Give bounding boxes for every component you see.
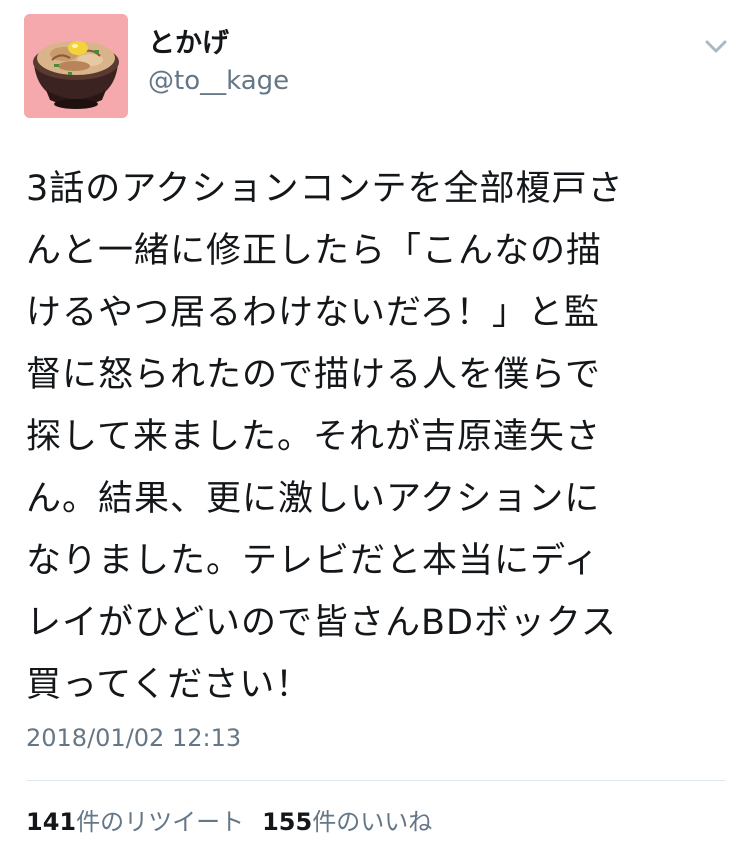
tweet-text-line: けるやつ居るわけないだろ！」と監: [26, 293, 600, 333]
tweet-timestamp[interactable]: 2018/01/02 12:13: [26, 722, 241, 754]
tweet-text-line: 探して来ました。それが吉原達矢さ: [26, 417, 601, 457]
tweet-menu-button[interactable]: [702, 34, 730, 58]
retweets-stat[interactable]: 141件のリツイート: [26, 808, 244, 836]
tweet-text-line: んと一緒に修正したら「こんなの描: [26, 231, 603, 271]
tweet-text-line: 3話のアクションコンテを全部榎戸さ: [26, 169, 624, 209]
tweet-text-line: レイがひどいので皆さんBDボックス: [26, 603, 617, 643]
tweet-text-line: 督に怒られたので描ける人を僕らで: [26, 355, 601, 395]
display-name[interactable]: とかげ: [148, 26, 229, 62]
retweets-count: 141: [26, 808, 77, 836]
tweet-text-line: なりました。テレビだと本当にディ: [26, 541, 600, 581]
likes-count: 155: [262, 808, 313, 836]
food-bowl-avatar-icon: [24, 14, 128, 118]
likes-label: 件のいいね: [312, 808, 433, 836]
retweets-label: 件のリツイート: [76, 808, 245, 836]
tweet-text-line: ん。結果、更に激しいアクションに: [26, 479, 601, 519]
avatar[interactable]: [24, 14, 128, 118]
tweet-text-line: 買ってください！: [26, 665, 312, 705]
chevron-down-icon: [705, 40, 727, 53]
tweet-text: 3話のアクションコンテを全部榎戸さ んと一緒に修正したら「こんなの描 けるやつ居…: [26, 158, 726, 716]
tweet-stats: 141件のリツイート 155件のいいね: [26, 806, 432, 838]
likes-stat[interactable]: 155件のいいね: [262, 808, 432, 836]
divider: [26, 780, 726, 781]
user-handle[interactable]: @to__kage: [148, 64, 289, 98]
